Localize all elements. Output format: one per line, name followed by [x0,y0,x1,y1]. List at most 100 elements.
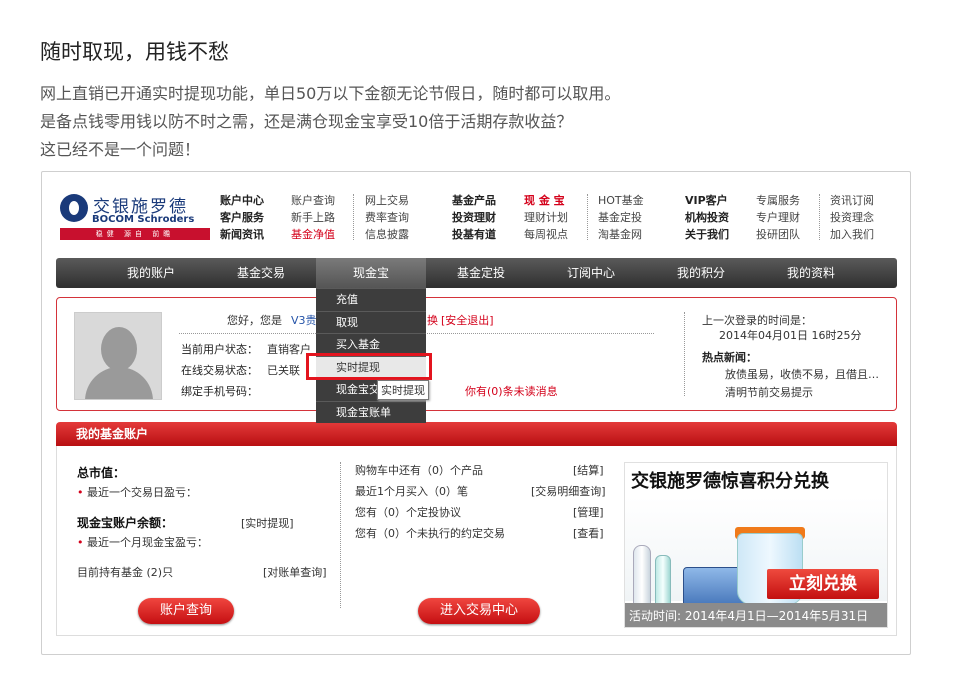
nav-subscription[interactable]: 订阅中心 [536,258,646,288]
user-status-value: 直销客户 [267,343,311,356]
trade-detail-link[interactable]: [交易明细查询] [531,483,606,499]
header-link[interactable]: 资讯订阅 [830,192,874,209]
logout-link[interactable]: [安全退出] [441,312,494,328]
header-link[interactable]: 现 金 宝 [524,192,568,209]
nav-cash-treasure[interactable]: 现金宝 [316,258,426,288]
header-col-7: VIP客户 机构投资 关于我们 [685,192,729,243]
instant-withdraw-link[interactable]: [实时提现] [241,515,294,531]
header-link[interactable]: 专属服务 [756,192,800,209]
intro-line-1: 网上直销已开通实时提现功能，单日50万以下金额无论节假日，随时都可以取用。 [40,84,621,103]
menu-item-recharge[interactable]: 充值 [316,288,426,311]
header-link[interactable]: 投研团队 [756,226,800,243]
intro-section: 随时取现，用钱不愁 网上直销已开通实时提现功能，单日50万以下金额无论节假日，随… [40,36,920,164]
header-col-6: HOT基金 基金定投 淘基金网 [598,192,644,243]
last-login-time: 2014年04月01日 16时25分 [719,329,862,342]
trade-status-value: 已关联 [267,364,300,377]
news-item[interactable]: 放债虽易，收债不易，且借且… [725,366,879,382]
redeem-now-button[interactable]: 立刻兑换 [767,569,879,599]
header-link[interactable]: 费率查询 [365,209,409,226]
statement-query-link[interactable]: [对账单查询] [263,564,327,580]
header-link[interactable]: 专户理财 [756,209,800,226]
cash-balance-sub: • 最近一个月现金宝盈亏： [77,534,208,550]
header-link[interactable]: 投资理财 [452,209,496,226]
nav-my-account[interactable]: 我的账户 [96,258,206,288]
header-divider [819,194,820,240]
nav-fund-trade[interactable]: 基金交易 [206,258,316,288]
header-col-5: 现 金 宝 理财计划 每周视点 [524,192,568,243]
plan-text: 您有（0）个定投协议 [355,506,461,519]
header-link[interactable]: 投基有道 [452,226,496,243]
menu-item-cash-bill[interactable]: 现金宝账单 [316,400,426,424]
screenshot-frame: 交银施罗德 BOCOM Schroders 稳健 源自 前瞻 账户中心 客户服务… [41,171,911,655]
total-value-sub-text: 最近一个交易日盈亏： [87,486,197,499]
fund-account-header: 我的基金账户 [56,422,897,446]
header-link[interactable]: 关于我们 [685,226,729,243]
intro-line-3: 这已经不是一个问题！ [40,140,201,159]
trade-center-button[interactable]: 进入交易中心 [418,598,540,624]
header-col-4: 基金产品 投资理财 投基有道 [452,192,496,243]
account-panel: 您好，您是 V3贵宾客 换 [安全退出] 当前用户状态： 直销客户 在线交易状态… [56,297,897,411]
pending-text: 您有（0）个未执行的约定交易 [355,527,505,540]
recent-buy-text: 最近1个月买入（0）笔 [355,485,468,498]
header-link[interactable]: 机构投资 [685,209,729,226]
header-col-1: 账户中心 客户服务 新闻资讯 [220,192,264,243]
header-divider [353,194,354,240]
manage-link[interactable]: [管理] [573,504,604,520]
header-link[interactable]: 每周视点 [524,226,568,243]
change-link-suffix[interactable]: 换 [427,312,438,328]
header-divider [587,194,588,240]
menu-item-withdraw[interactable]: 取现 [316,310,426,334]
greeting-text: 您好，您是 [227,314,282,327]
header-link[interactable]: 客户服务 [220,209,264,226]
cart-text: 购物车中还有（0）个产品 [355,464,483,477]
total-value-label: 总市值： [77,466,126,480]
header-col-2: 账户查询 新手上路 基金净值 [291,192,335,243]
header-link[interactable]: 加入我们 [830,226,874,243]
bullet-icon: • [77,536,87,549]
header-link[interactable]: 基金定投 [598,209,644,226]
header-link[interactable]: 投资理念 [830,209,874,226]
header-col-3: 网上交易 费率查询 信息披露 [365,192,409,243]
avatar-head-icon [101,327,137,371]
brand-logo[interactable]: 交银施罗德 BOCOM Schroders 稳健 源自 前瞻 [60,192,214,240]
promo-date: 活动时间: 2014年4月1日—2014年5月31日 [625,603,887,627]
holding-count: 目前持有基金 (2)只 [77,566,174,579]
avatar [74,312,162,400]
header-link[interactable]: 基金净值 [291,226,335,243]
header-link[interactable]: 账户查询 [291,192,335,209]
phone-label: 绑定手机号码： [181,385,258,398]
hot-news-label: 热点新闻： [702,351,757,364]
cash-balance-label: 现金宝账户余额： [77,516,174,530]
promo-title: 交银施罗德惊喜积分兑换 [631,471,829,492]
header-link[interactable]: 淘基金网 [598,226,644,243]
logo-english-name: BOCOM Schroders [92,214,195,225]
nav-fund-plan[interactable]: 基金定投 [426,258,536,288]
nav-points[interactable]: 我的积分 [646,258,756,288]
bullet-icon: • [77,486,87,499]
unread-messages-link[interactable]: 你有(0)条未读消息 [465,383,558,399]
view-link[interactable]: [查看] [573,525,604,541]
header-col-8: 专属服务 专户理财 投研团队 [756,192,800,243]
header-col-9: 资讯订阅 投资理念 加入我们 [830,192,874,243]
header-link[interactable]: 新闻资讯 [220,226,264,243]
nav-profile[interactable]: 我的资料 [756,258,866,288]
intro-line-2: 是备点钱零用钱以防不时之需，还是满仓现金宝享受10倍于活期存款收益？ [40,112,573,131]
logo-slogan: 稳健 源自 前瞻 [60,228,210,240]
header-link[interactable]: VIP客户 [685,192,729,209]
logo-mark-icon [60,194,88,222]
header-link[interactable]: 信息披露 [365,226,409,243]
account-query-button[interactable]: 账户查询 [138,598,234,624]
points-promo-banner[interactable]: 交银施罗德惊喜积分兑换 立刻兑换 活动时间: 2014年4月1日—2014年5月… [624,462,888,628]
tooltip: 实时提现 [377,380,429,400]
header-link[interactable]: 账户中心 [220,192,264,209]
checkout-link[interactable]: [结算] [573,462,604,478]
header-link[interactable]: 新手上路 [291,209,335,226]
header-link[interactable]: 基金产品 [452,192,496,209]
news-item[interactable]: 清明节前交易提示 [725,384,813,400]
avatar-body-icon [85,367,153,399]
header-link[interactable]: 理财计划 [524,209,568,226]
header-link[interactable]: HOT基金 [598,192,644,209]
header-link[interactable]: 网上交易 [365,192,409,209]
main-nav: 我的账户 基金交易 现金宝 基金定投 订阅中心 我的积分 我的资料 [56,258,897,288]
user-status-label: 当前用户状态： [181,343,258,356]
